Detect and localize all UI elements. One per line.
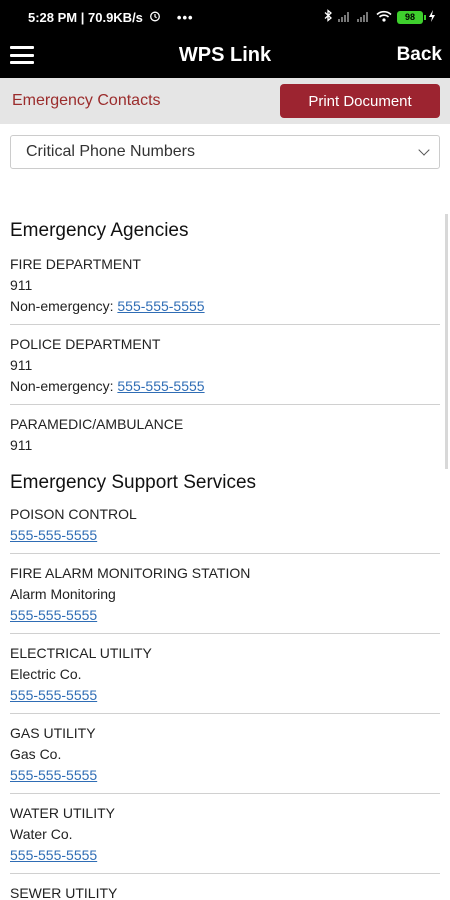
entry-name: FIRE DEPARTMENT: [10, 256, 141, 272]
entry-provider: Alarm Monitoring: [10, 586, 116, 602]
content-area[interactable]: Critical Phone Numbers Emergency Agencie…: [0, 124, 450, 900]
app-title: WPS Link: [178, 44, 272, 66]
list-item: PARAMEDIC/AMBULANCE 911: [10, 414, 440, 463]
phone-link[interactable]: 555-555-5555: [10, 767, 97, 783]
entry-provider: Gas Co.: [10, 746, 62, 762]
entry-name: POISON CONTROL: [10, 506, 137, 522]
entry-phone-line: 555-555-5555: [10, 765, 440, 786]
entry-number: 911: [10, 277, 33, 293]
entry-name: FIRE ALARM MONITORING STATION: [10, 565, 251, 581]
entry-name: GAS UTILITY: [10, 725, 96, 741]
battery-icon: 98: [397, 10, 426, 24]
category-select-value: Critical Phone Numbers: [26, 143, 195, 160]
signal-icon-1: [338, 12, 352, 22]
status-left: 5:28 PM | 70.9KB/s •••: [28, 10, 194, 25]
status-bar: 5:28 PM | 70.9KB/s ••• 98: [0, 0, 450, 34]
status-time: 5:28 PM | 70.9KB/s: [28, 9, 143, 25]
entry-label: Non-emergency:: [10, 378, 118, 394]
charging-icon: [428, 9, 436, 25]
entry-phone-line: 555-555-5555: [10, 685, 440, 706]
app-header: WPS Link Back: [0, 34, 450, 78]
entry-label: Non-emergency:: [10, 298, 118, 314]
entry-provider: Electric Co.: [10, 666, 82, 682]
entry-phone-line: 555-555-5555: [10, 845, 440, 866]
entry-phone-line: 555-555-5555: [10, 605, 440, 626]
entry-number: 911: [10, 357, 33, 373]
entry-name: SEWER UTILITY: [10, 885, 118, 900]
list-item: GAS UTILITY Gas Co. 555-555-5555: [10, 723, 440, 794]
section-title-emergency-agencies: Emergency Agencies: [10, 220, 189, 241]
wifi-icon: [376, 10, 392, 25]
bluetooth-icon: [324, 9, 333, 25]
phone-link[interactable]: 555-555-5555: [10, 527, 97, 543]
phone-link[interactable]: 555-555-5555: [117, 298, 204, 314]
entry-number: 911: [10, 437, 33, 453]
list-item: WATER UTILITY Water Co. 555-555-5555: [10, 803, 440, 874]
sub-header: Emergency Contacts Print Document: [0, 78, 450, 124]
back-button[interactable]: Back: [397, 44, 442, 66]
chevron-down-icon: [418, 144, 430, 156]
phone-link[interactable]: 555-555-5555: [10, 607, 97, 623]
signal-icon-2: [357, 12, 371, 22]
support-services-list: POISON CONTROL 555-555-5555 FIRE ALARM M…: [10, 504, 440, 900]
section-title-emergency-support-services: Emergency Support Services: [10, 472, 257, 493]
phone-link[interactable]: 555-555-5555: [117, 378, 204, 394]
scrollbar[interactable]: [445, 214, 448, 469]
entry-name: ELECTRICAL UTILITY: [10, 645, 152, 661]
entry-name: POLICE DEPARTMENT: [10, 336, 161, 352]
entry-phone-line: Non-emergency: 555-555-5555: [10, 376, 440, 397]
list-item: ELECTRICAL UTILITY Electric Co. 555-555-…: [10, 643, 440, 714]
list-item: FIRE ALARM MONITORING STATION Alarm Moni…: [10, 563, 440, 634]
list-item: SEWER UTILITY: [10, 883, 440, 900]
status-right: 98: [324, 9, 436, 25]
category-select[interactable]: Critical Phone Numbers: [10, 135, 440, 169]
agencies-list: FIRE DEPARTMENT 911 Non-emergency: 555-5…: [10, 214, 448, 469]
list-item: POISON CONTROL 555-555-5555: [10, 504, 440, 554]
list-item: POLICE DEPARTMENT 911 Non-emergency: 555…: [10, 334, 440, 405]
phone-link[interactable]: 555-555-5555: [10, 847, 97, 863]
phone-link[interactable]: 555-555-5555: [10, 687, 97, 703]
entry-provider: Water Co.: [10, 826, 73, 842]
print-document-button[interactable]: Print Document: [280, 84, 440, 118]
list-item: FIRE DEPARTMENT 911 Non-emergency: 555-5…: [10, 254, 440, 325]
page-title: Emergency Contacts: [12, 92, 161, 109]
more-icon: •••: [176, 9, 194, 25]
entry-name: WATER UTILITY: [10, 805, 115, 821]
alarm-icon: [149, 10, 161, 25]
entry-name: PARAMEDIC/AMBULANCE: [10, 416, 184, 432]
entry-phone-line: Non-emergency: 555-555-5555: [10, 296, 440, 317]
entry-phone-line: 555-555-5555: [10, 525, 440, 546]
